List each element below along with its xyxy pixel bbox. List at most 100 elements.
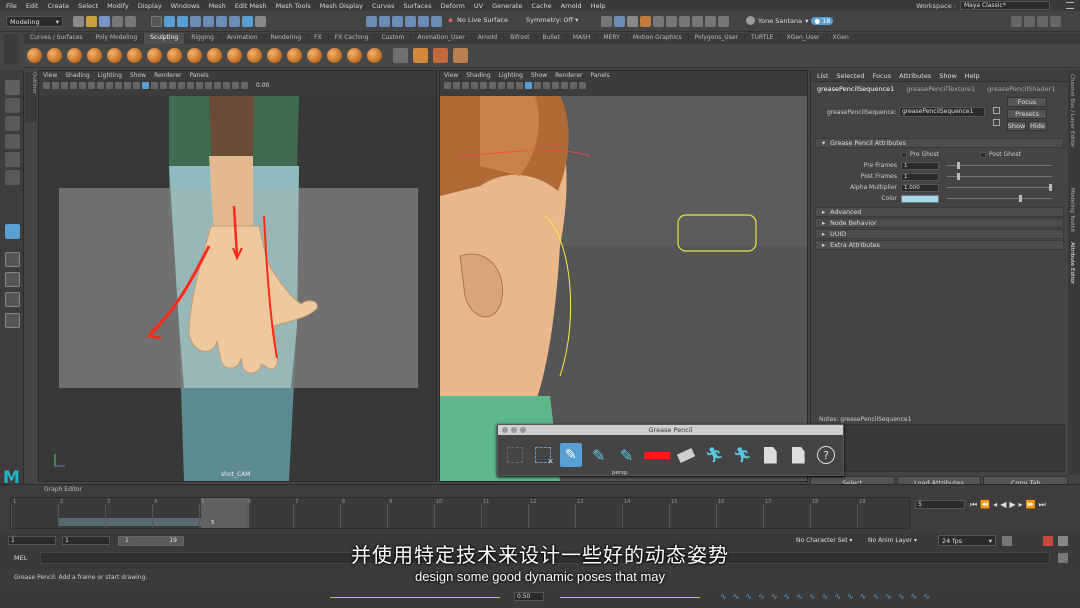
maximize-icon[interactable] — [520, 427, 526, 433]
shelf-tab[interactable]: Rendering — [265, 33, 309, 44]
undo-icon[interactable] — [112, 16, 123, 27]
bottom-scale-ruler-right[interactable] — [560, 597, 700, 598]
curve-icon[interactable]: ∿ — [822, 592, 829, 601]
vp-menu-lighting[interactable]: Lighting — [98, 72, 122, 79]
textured-icon[interactable] — [534, 81, 541, 89]
step-back-icon[interactable]: ⏪ — [980, 500, 990, 510]
shelf-tab[interactable]: TURTLE — [745, 33, 781, 44]
sculpt-tool-icon[interactable] — [27, 48, 42, 63]
menu-deform[interactable]: Deform — [441, 2, 465, 10]
curve-icon[interactable]: ∿ — [771, 592, 778, 601]
curve-icon[interactable]: ∿ — [720, 592, 727, 601]
vp-menu-show[interactable]: Show — [130, 72, 146, 79]
menu-edit-mesh[interactable]: Edit Mesh — [235, 2, 267, 10]
curve-icon[interactable]: ∿ — [809, 592, 816, 601]
ghost-next-icon[interactable]: 🏃︎ — [731, 443, 753, 467]
shelf-tab[interactable]: XGen_User — [781, 33, 827, 44]
shadows-icon[interactable] — [552, 81, 559, 89]
snap-curve-icon[interactable] — [379, 16, 390, 27]
fill-tool-icon[interactable] — [267, 48, 282, 63]
safe-action-icon[interactable] — [124, 81, 131, 89]
vp-menu-renderer[interactable]: Renderer — [154, 72, 181, 79]
ae-menu-attributes[interactable]: Attributes — [899, 72, 931, 80]
curve-icon[interactable]: ∿ — [758, 592, 765, 601]
bookmark-icon[interactable] — [61, 81, 68, 89]
current-frame-field[interactable]: 5 — [915, 500, 965, 509]
add-frame-icon[interactable] — [504, 443, 526, 467]
wax-tool-icon[interactable] — [227, 48, 242, 63]
ipr-render-icon[interactable] — [614, 16, 625, 27]
shelf-tab[interactable]: Poly Modeling — [90, 33, 145, 44]
menu-mesh-tools[interactable]: Mesh Tools — [276, 2, 311, 10]
rotate-tool-icon[interactable] — [5, 152, 20, 167]
shelf-tab[interactable]: Motion Graphics — [627, 33, 689, 44]
go-to-output-icon[interactable] — [993, 119, 1000, 126]
camera-icon[interactable] — [444, 81, 451, 89]
ae-menu-selected[interactable]: Selected — [836, 72, 864, 80]
settings-menu-icon[interactable] — [1066, 2, 1074, 9]
curve-icon[interactable]: ∿ — [872, 592, 879, 601]
arnold-refresh-icon[interactable] — [718, 16, 729, 27]
menu-set-dropdown[interactable]: Modeling ▾ — [6, 16, 63, 27]
tab-grease-pencil-shader[interactable]: greasePencilShader1 — [981, 83, 1061, 95]
pre-frames-field[interactable]: 1 — [901, 161, 939, 170]
minimize-icon[interactable] — [511, 427, 517, 433]
snap-surface-icon[interactable] — [418, 16, 429, 27]
imprint-tool-icon[interactable] — [207, 48, 222, 63]
pre-ghost-checkbox[interactable] — [901, 151, 907, 158]
vp-menu-panels[interactable]: Panels — [189, 72, 208, 79]
vp-menu-view[interactable]: View — [444, 72, 458, 79]
post-frames-field[interactable]: 1 — [901, 172, 939, 181]
menu-generate[interactable]: Generate — [492, 2, 522, 10]
step-forward-icon[interactable]: ⏩ — [1026, 500, 1036, 510]
graph-editor-label[interactable]: Graph Editor — [44, 486, 82, 493]
vp-menu-view[interactable]: View — [43, 72, 57, 79]
clapper-icon[interactable] — [653, 16, 664, 27]
notes-field[interactable] — [815, 424, 1065, 472]
foamy-tool-icon[interactable] — [147, 48, 162, 63]
vp-menu-lighting[interactable]: Lighting — [499, 72, 523, 79]
field-chart-icon[interactable] — [115, 81, 122, 89]
color-swatch[interactable] — [901, 194, 939, 203]
section-node-behavior[interactable]: ▸ Node Behavior — [815, 218, 1064, 228]
menu-surfaces[interactable]: Surfaces — [404, 2, 432, 10]
ae-menu-list[interactable]: List — [817, 72, 828, 80]
menu-help[interactable]: Help — [591, 2, 606, 10]
bottom-scale-ruler[interactable] — [330, 597, 500, 598]
scrape-tool-icon[interactable] — [247, 48, 262, 63]
xray-icon[interactable] — [214, 81, 221, 89]
pencil-icon[interactable]: ✎ — [559, 443, 582, 467]
eraser-icon[interactable] — [676, 443, 698, 467]
camera-attr-icon[interactable] — [453, 81, 460, 89]
slider-handle[interactable] — [1049, 184, 1052, 191]
section-grease-pencil-attributes[interactable]: ▾ Grease Pencil Attributes — [815, 138, 1064, 148]
import-archive-icon[interactable] — [759, 443, 781, 467]
curve-icon[interactable]: ∿ — [885, 592, 892, 601]
play-back-icon[interactable]: ◀ — [1000, 500, 1006, 510]
shelf-tab[interactable]: MASH — [567, 33, 598, 44]
menu-cache[interactable]: Cache — [531, 2, 551, 10]
xray-joints-icon[interactable] — [223, 81, 230, 89]
menu-create[interactable]: Create — [47, 2, 69, 10]
snap-point-icon[interactable] — [392, 16, 403, 27]
shelf-tab[interactable]: Animation — [221, 33, 265, 44]
slider-handle[interactable] — [1019, 195, 1022, 202]
notification-badge[interactable]: ● 18 — [811, 16, 834, 25]
shelf-tab[interactable]: Animation_User — [411, 33, 472, 44]
image-plane-icon[interactable] — [70, 81, 77, 89]
redo-icon[interactable] — [125, 16, 136, 27]
select-tool-icon[interactable] — [5, 80, 20, 95]
export-archive-icon[interactable] — [787, 443, 809, 467]
amplify-tool-icon[interactable] — [347, 48, 362, 63]
camera-icon[interactable] — [43, 81, 50, 89]
go-to-input-icon[interactable] — [993, 107, 1000, 114]
scale-tool-icon[interactable] — [5, 170, 20, 185]
menu-windows[interactable]: Windows — [171, 2, 200, 10]
select-object-icon[interactable] — [164, 16, 175, 27]
color-swatch-red[interactable] — [643, 443, 670, 467]
exposure-icon[interactable] — [241, 81, 248, 89]
uv-mask-icon[interactable] — [229, 16, 240, 27]
timeline-track[interactable]: 5 1 2 3 4 5 6 7 8 9 10 11 12 13 14 15 16 17 18 19 — [10, 497, 910, 529]
wireframe-icon[interactable] — [516, 81, 523, 89]
shelf-tab[interactable]: FX Caching — [329, 33, 376, 44]
